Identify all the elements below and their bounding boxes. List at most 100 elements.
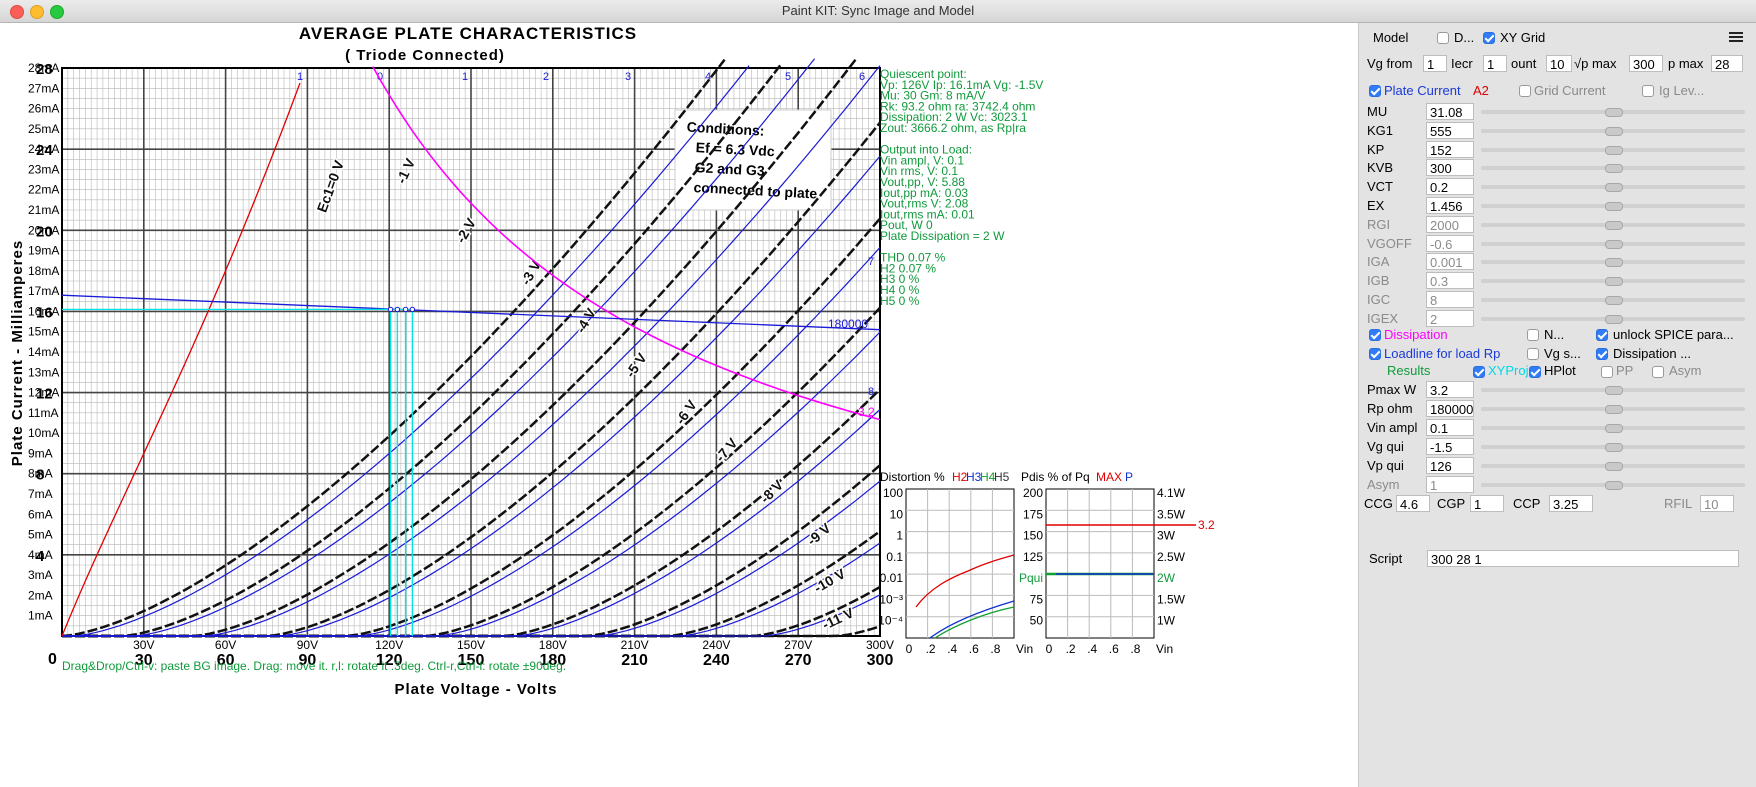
result-field[interactable]: 180000 [1426, 400, 1474, 417]
result-field[interactable]: 126 [1426, 457, 1474, 474]
n-label: N... [1544, 327, 1565, 342]
pdis-chart: Pdis % of Pq MAX P 200 175 150 125 Pqui 75 50 4.1W… [1019, 470, 1215, 656]
scan-curve-label: -1 V [393, 155, 419, 186]
scan-y-tick-label: 12 [36, 386, 53, 403]
pdis-right-tick: 4.1W [1157, 486, 1186, 500]
y-tick-label: 9mA [28, 446, 53, 460]
plate-characteristics-plot[interactable]: AVERAGE PLATE CHARACTERISTICS ( Triode Co… [0, 23, 1358, 787]
incr-field[interactable]: 1 [1483, 55, 1507, 72]
dissipation2-checkbox[interactable] [1596, 348, 1608, 360]
n-checkbox[interactable] [1527, 329, 1539, 341]
pdis-right-tick: 1.5W [1157, 592, 1186, 606]
param-slider-knob[interactable] [1605, 183, 1623, 193]
curve-number-label: 3 [625, 71, 631, 83]
rfil-field[interactable]: 10 [1700, 495, 1734, 512]
grid-current-checkbox[interactable] [1519, 85, 1531, 97]
ccg-field[interactable]: 4.6 [1396, 495, 1430, 512]
param-slider-knob[interactable] [1605, 220, 1623, 230]
dissipation-checkbox[interactable] [1369, 329, 1381, 341]
x-tick-label: 30V [133, 638, 154, 652]
cgp-label: CGP [1437, 496, 1466, 511]
param-slider-knob[interactable] [1605, 296, 1623, 305]
param-slider-knob[interactable] [1605, 126, 1623, 136]
asym-checkbox[interactable] [1652, 366, 1664, 378]
result-field[interactable]: -1.5 [1426, 438, 1474, 455]
hplot-checkbox[interactable] [1529, 366, 1541, 378]
param-slider-knob[interactable] [1605, 202, 1623, 211]
result-label: Pmax W [1367, 382, 1417, 397]
script-field[interactable]: 300 28 1 [1427, 550, 1739, 567]
result-slider-knob[interactable] [1605, 481, 1623, 490]
y-tick-label: 22mA [28, 183, 59, 197]
distortion-y-tick: 1 [896, 529, 903, 543]
unlock-spice-checkbox[interactable] [1596, 329, 1608, 341]
vg-from-field[interactable]: 1 [1423, 55, 1447, 72]
pp-checkbox[interactable] [1601, 366, 1613, 378]
result-slider-knob[interactable] [1605, 386, 1623, 395]
pdis-y-tick: 75 [1030, 592, 1044, 606]
param-slider-knob[interactable] [1605, 164, 1623, 174]
title-bar: Paint KIT: Sync Image and Model [0, 0, 1756, 23]
param-field[interactable]: 555 [1426, 121, 1474, 139]
scan-y-tick-label: 28 [36, 61, 53, 78]
result-field[interactable]: 3.2 [1426, 381, 1474, 398]
pmax-field[interactable]: 28 [1711, 55, 1743, 72]
xyproj-checkbox[interactable] [1473, 366, 1485, 378]
param-field[interactable]: -0.6 [1426, 234, 1474, 252]
param-slider-knob[interactable] [1605, 277, 1623, 287]
pdis-right-tick: 3W [1157, 529, 1176, 543]
param-slider-knob[interactable] [1605, 258, 1623, 268]
ig-level-checkbox[interactable] [1642, 85, 1654, 97]
readout-line: H5 0 % [880, 294, 920, 308]
menu-icon[interactable] [1729, 30, 1743, 44]
param-slider-knob[interactable] [1605, 239, 1623, 249]
pdis-y-tick: 125 [1023, 550, 1043, 564]
plot-canvas[interactable]: AVERAGE PLATE CHARACTERISTICS ( Triode Co… [0, 23, 1358, 787]
param-field[interactable]: 152 [1426, 140, 1474, 158]
vpmax-field[interactable]: 300 [1629, 55, 1663, 72]
rfil-label: RFIL [1664, 496, 1693, 511]
plate-current-checkbox[interactable] [1369, 85, 1381, 97]
ccp-field[interactable]: 3.25 [1549, 495, 1593, 512]
param-field[interactable]: 8 [1426, 291, 1474, 308]
scan-curve-label: -6 V [672, 396, 700, 427]
param-field[interactable]: 0.001 [1426, 253, 1474, 271]
scan-curve-label: -8 V [757, 476, 787, 506]
vg-s-checkbox[interactable] [1527, 348, 1539, 360]
result-slider-knob[interactable] [1605, 424, 1623, 433]
curve-number-label: 2 [543, 71, 549, 83]
param-field[interactable]: 300 [1426, 159, 1474, 177]
y-tick-label: 1mA [28, 609, 53, 623]
d-checkbox[interactable] [1437, 32, 1449, 44]
distortion-y-tick: 100 [883, 486, 903, 500]
quiescent-point [394, 306, 401, 313]
param-field[interactable]: 2 [1426, 309, 1474, 327]
param-field[interactable]: 31.08 [1426, 103, 1474, 120]
cgp-field[interactable]: 1 [1470, 495, 1504, 512]
pdis-x-tick: .6 [1109, 642, 1119, 656]
xygrid-checkbox[interactable] [1483, 32, 1495, 44]
count-field[interactable]: 10 [1546, 55, 1572, 72]
result-field[interactable]: 0.1 [1426, 419, 1474, 436]
result-slider-knob[interactable] [1605, 462, 1623, 471]
param-slider-knob[interactable] [1605, 314, 1623, 324]
param-field[interactable]: 0.3 [1426, 272, 1474, 290]
param-field[interactable]: 0.2 [1426, 178, 1474, 196]
result-slider-knob[interactable] [1605, 405, 1623, 414]
y-tick-label: 17mA [28, 284, 59, 298]
result-label: Rp ohm [1367, 401, 1413, 416]
param-slider-knob[interactable] [1605, 145, 1623, 155]
y-tick-label: 14mA [28, 345, 59, 359]
pmax-label: p max [1668, 56, 1704, 71]
param-field[interactable]: 2000 [1426, 215, 1474, 233]
pp-label: PP [1616, 363, 1634, 378]
result-field[interactable]: 1 [1426, 476, 1474, 493]
param-field[interactable]: 1.456 [1426, 197, 1474, 214]
xyproj-label: XYProj [1488, 363, 1529, 378]
loadline-checkbox[interactable] [1369, 348, 1381, 360]
pdis-frame [1045, 488, 1155, 639]
result-slider-knob[interactable] [1605, 443, 1623, 452]
distortion-y-tick: 10 [890, 507, 904, 521]
y-tick-label: 2mA [28, 588, 53, 602]
param-slider-knob[interactable] [1605, 108, 1623, 117]
